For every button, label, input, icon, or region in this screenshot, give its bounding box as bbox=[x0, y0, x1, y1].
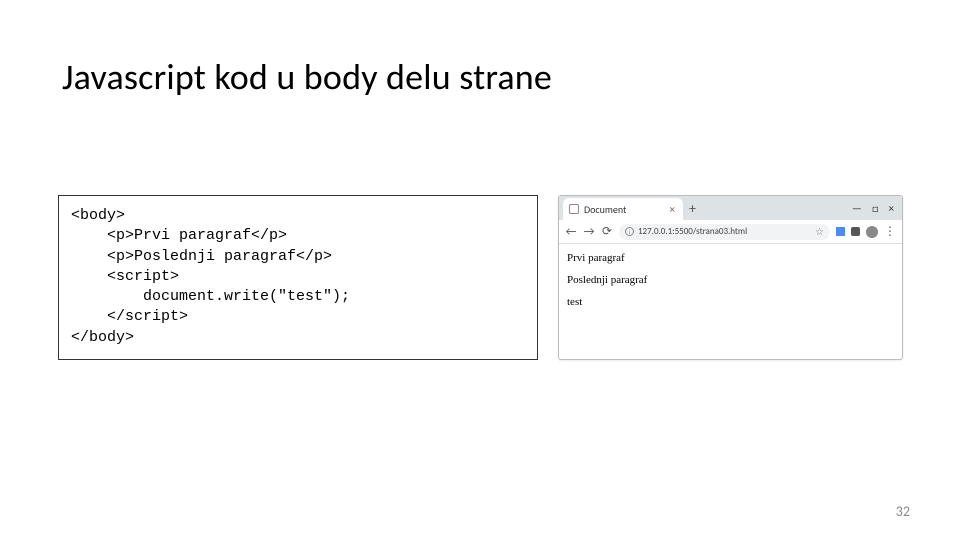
code-line-1: <body> bbox=[71, 207, 125, 224]
toolbar-right: ⋮ bbox=[836, 224, 896, 239]
url-text: 127.0.0.1:5500/strana03.html bbox=[638, 226, 747, 237]
forward-button[interactable]: → bbox=[583, 225, 595, 239]
browser-titlebar: Document × + — □ × bbox=[559, 196, 902, 220]
back-button[interactable]: ← bbox=[565, 225, 577, 239]
extension-icon[interactable] bbox=[851, 227, 860, 236]
menu-icon[interactable]: ⋮ bbox=[884, 224, 896, 239]
site-info-icon[interactable]: i bbox=[625, 227, 634, 236]
bookmark-icon[interactable]: ☆ bbox=[815, 225, 824, 238]
favicon-icon bbox=[569, 204, 579, 214]
profile-avatar-icon[interactable] bbox=[866, 226, 878, 238]
code-line-4: <script> bbox=[71, 268, 179, 285]
window-controls: — □ × bbox=[852, 202, 898, 215]
minimize-button[interactable]: — bbox=[852, 202, 862, 215]
page-number: 32 bbox=[896, 503, 910, 520]
browser-toolbar: ← → ⟳ i 127.0.0.1:5500/strana03.html ☆ ⋮ bbox=[559, 220, 902, 244]
slide-title: Javascript kod u body delu strane bbox=[62, 55, 552, 99]
code-line-7: </body> bbox=[71, 329, 134, 346]
extension-icon[interactable] bbox=[836, 227, 845, 236]
browser-tab[interactable]: Document × bbox=[563, 198, 683, 220]
new-tab-button[interactable]: + bbox=[689, 200, 696, 217]
close-window-button[interactable]: × bbox=[889, 202, 894, 215]
maximize-button[interactable]: □ bbox=[872, 202, 879, 215]
browser-viewport: Prvi paragraf Poslednji paragraf test bbox=[559, 244, 902, 359]
code-line-2: <p>Prvi paragraf</p> bbox=[71, 227, 287, 244]
code-line-6: </script> bbox=[71, 308, 188, 325]
code-line-3: <p>Poslednji paragraf</p> bbox=[71, 248, 332, 265]
reload-button[interactable]: ⟳ bbox=[601, 224, 613, 239]
code-line-5: document.write("test"); bbox=[71, 288, 350, 305]
tab-title: Document bbox=[584, 203, 626, 216]
browser-window: Document × + — □ × ← → ⟳ i 127.0.0.1:550… bbox=[558, 195, 903, 360]
page-paragraph: test bbox=[567, 296, 894, 308]
close-icon[interactable]: × bbox=[670, 203, 675, 216]
page-paragraph: Prvi paragraf bbox=[567, 252, 894, 264]
page-paragraph: Poslednji paragraf bbox=[567, 274, 894, 286]
code-block: <body> <p>Prvi paragraf</p> <p>Poslednji… bbox=[58, 195, 538, 360]
address-bar[interactable]: i 127.0.0.1:5500/strana03.html ☆ bbox=[619, 224, 830, 240]
